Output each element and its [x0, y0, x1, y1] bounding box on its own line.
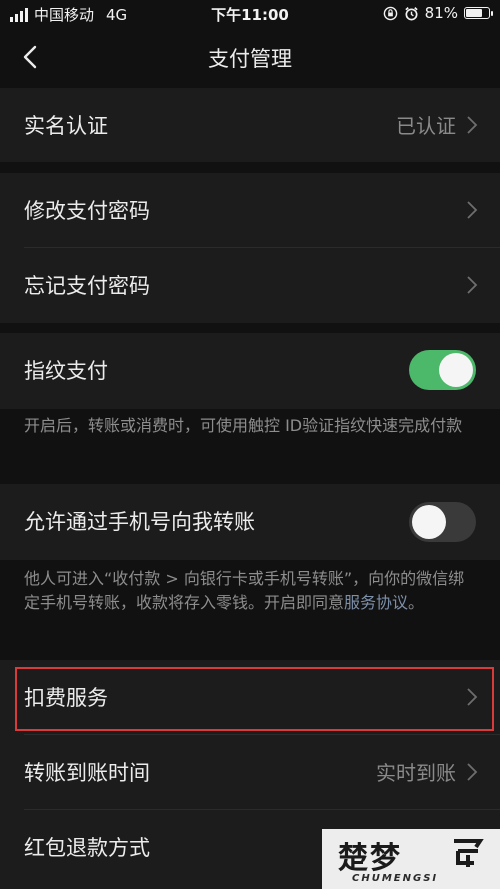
watermark: 楚梦 CHUMENGSI [322, 829, 500, 889]
toggle-knob [439, 353, 473, 387]
phone-transfer-note: 他人可进入“收付款 > 向银行卡或手机号转账”，向你的微信绑定手机号转账，收款将… [24, 567, 476, 615]
fingerprint-card: 指纹支付 [0, 333, 500, 409]
toggle-knob [412, 505, 446, 539]
note-end: 。 [408, 593, 425, 612]
arrival-time-row[interactable]: 转账到账时间 实时到账 [0, 735, 500, 809]
chevron-right-icon [467, 201, 478, 219]
phone-transfer-card: 允许通过手机号向我转账 [0, 484, 500, 560]
realname-status: 已认证 [396, 114, 456, 138]
chevron-right-icon [467, 276, 478, 294]
forgot-password-label: 忘记支付密码 [24, 274, 150, 298]
chevron-right-icon [467, 763, 478, 781]
realname-label: 实名认证 [24, 114, 108, 138]
page-title: 支付管理 [208, 47, 292, 71]
rotation-lock-icon [383, 6, 397, 20]
realname-row[interactable]: 实名认证 已认证 [0, 88, 500, 162]
watermark-logo-icon [454, 839, 484, 867]
watermark-text: 楚梦 [338, 841, 402, 876]
forgot-password-row[interactable]: 忘记支付密码 [0, 248, 500, 322]
status-bar: 中国移动 4G 下午11:00 81% [0, 0, 500, 28]
change-password-label: 修改支付密码 [24, 199, 150, 223]
phone-transfer-label: 允许通过手机号向我转账 [24, 510, 255, 534]
nav-bar: 支付管理 [0, 28, 500, 86]
password-card: 修改支付密码 忘记支付密码 [0, 173, 500, 323]
fingerprint-toggle[interactable] [409, 350, 476, 390]
change-password-row[interactable]: 修改支付密码 [0, 173, 500, 247]
watermark-subtext: CHUMENGSI [352, 873, 439, 884]
phone-transfer-toggle[interactable] [409, 502, 476, 542]
realname-card: 实名认证 已认证 [0, 88, 500, 162]
status-right: 81% [383, 4, 493, 22]
service-agreement-link[interactable]: 服务协议 [344, 593, 408, 612]
fingerprint-label: 指纹支付 [24, 359, 108, 383]
battery-icon [464, 7, 493, 19]
chevron-right-icon [467, 116, 478, 134]
battery-percent: 81% [424, 4, 458, 22]
highlight-box [15, 667, 494, 731]
alarm-icon [404, 6, 418, 20]
arrival-time-label: 转账到账时间 [24, 761, 150, 785]
arrival-time-value: 实时到账 [376, 761, 456, 785]
refund-method-label: 红包退款方式 [24, 836, 150, 860]
fingerprint-note: 开启后，转账或消费时，可使用触控 ID验证指纹快速完成付款 [24, 416, 463, 435]
